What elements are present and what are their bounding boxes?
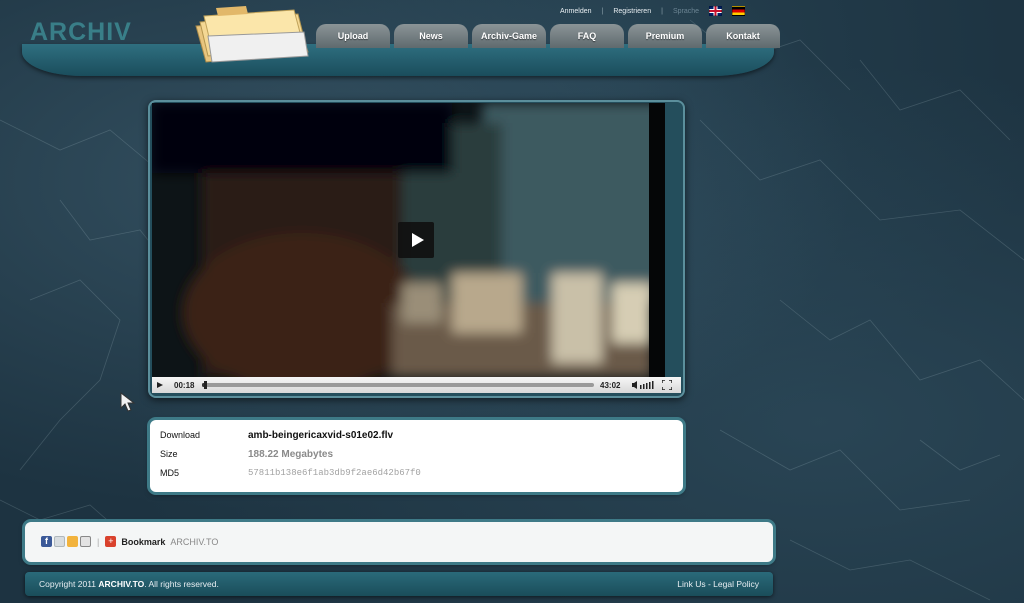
- file-size: 188.22 Megabytes: [248, 449, 334, 460]
- divider: |: [661, 7, 663, 15]
- bookmark-plus-icon[interactable]: +: [105, 536, 117, 547]
- footer-links: Link Us - Legal Policy: [677, 579, 759, 589]
- email-icon[interactable]: [54, 536, 65, 547]
- bookmark-site: ARCHIV.TO: [170, 536, 219, 547]
- facebook-icon[interactable]: f: [41, 536, 52, 547]
- copyright-suffix: . All rights reserved.: [144, 579, 219, 589]
- login-link[interactable]: Anmelden: [560, 8, 592, 15]
- german-flag-icon[interactable]: [732, 6, 746, 16]
- play-button[interactable]: [398, 222, 434, 258]
- site-logo[interactable]: ARCHIV: [30, 18, 132, 47]
- copyright: Copyright 2011 ARCHIV.TO. All rights res…: [39, 579, 219, 589]
- print-icon[interactable]: [80, 536, 91, 547]
- control-play-icon[interactable]: [152, 377, 166, 393]
- copyright-prefix: Copyright 2011: [39, 579, 97, 589]
- mouse-cursor-icon: [120, 392, 136, 412]
- nav-kontakt[interactable]: Kontakt: [706, 24, 780, 48]
- seek-bar[interactable]: [202, 381, 594, 389]
- footer: Copyright 2011 ARCHIV.TO. All rights res…: [25, 572, 773, 596]
- favorite-icon[interactable]: [67, 536, 78, 547]
- legal-policy-link[interactable]: Legal Policy: [713, 579, 759, 589]
- bookmark-label[interactable]: Bookmark: [121, 537, 165, 547]
- top-links: Anmelden | Registrieren | Sprache: [560, 6, 746, 16]
- english-flag-icon[interactable]: [709, 6, 723, 16]
- nav-news[interactable]: News: [394, 24, 468, 48]
- header-bar: [22, 44, 774, 76]
- fullscreen-icon[interactable]: [662, 380, 672, 390]
- md5-value: 57811b138e6f1ab3db9f2ae6d42b67f0: [248, 468, 421, 478]
- folders-icon: [195, 6, 309, 63]
- main-nav: Upload News Archiv-Game FAQ Premium Kont…: [316, 24, 780, 48]
- file-info-panel: Download amb-beingericaxvid-s01e02.flv S…: [150, 420, 683, 492]
- volume-icon[interactable]: [632, 381, 656, 389]
- link-us-link[interactable]: Link Us: [677, 579, 705, 589]
- file-name-link[interactable]: amb-beingericaxvid-s01e02.flv: [248, 430, 393, 441]
- nav-upload[interactable]: Upload: [316, 24, 390, 48]
- nav-premium[interactable]: Premium: [628, 24, 702, 48]
- nav-faq[interactable]: FAQ: [550, 24, 624, 48]
- player-controls: 00:18 43:02: [152, 377, 681, 393]
- download-label: Download: [160, 430, 201, 440]
- divider: |: [97, 536, 100, 547]
- download-row: Download amb-beingericaxvid-s01e02.flv: [160, 430, 393, 441]
- md5-label: MD5: [160, 468, 180, 478]
- seek-handle[interactable]: [203, 381, 207, 389]
- md5-row: MD5 57811b138e6f1ab3db9f2ae6d42b67f0: [160, 468, 421, 478]
- register-link[interactable]: Registrieren: [613, 8, 651, 15]
- footer-brand: ARCHIV.TO: [98, 579, 145, 589]
- share-items: f | + Bookmark ARCHIV.TO: [41, 536, 218, 547]
- duration: 43:02: [600, 380, 621, 390]
- current-time: 00:18: [174, 380, 195, 390]
- size-row: Size 188.22 Megabytes: [160, 449, 333, 460]
- divider: |: [601, 7, 604, 15]
- nav-archiv-game[interactable]: Archiv-Game: [472, 24, 546, 48]
- share-bar: f | + Bookmark ARCHIV.TO: [25, 522, 773, 562]
- language-label: Sprache: [672, 7, 700, 15]
- video-letterbox: [649, 103, 665, 377]
- size-label: Size: [160, 449, 178, 459]
